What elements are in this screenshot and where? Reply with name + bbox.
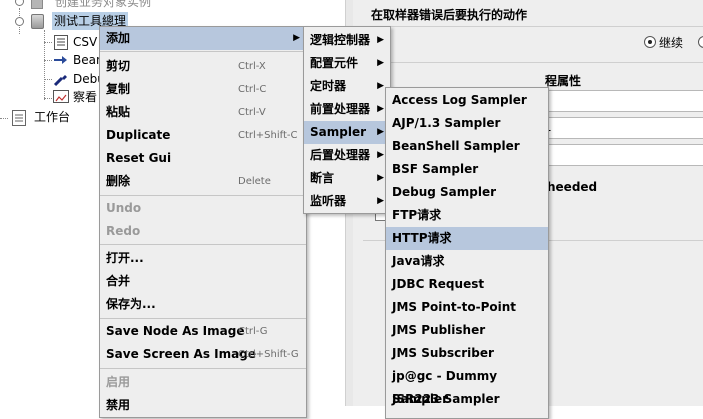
thread-props-label: 程属性 [545, 74, 582, 88]
menu-separator [100, 51, 306, 52]
menu-item-cut[interactable]: 剪切 Ctrl-X [100, 55, 306, 78]
menu-item-listener[interactable]: 监听器 ▶ [304, 190, 390, 213]
menu-separator [100, 368, 306, 369]
tree-connector [44, 79, 52, 80]
menu-item-undo[interactable]: Undo [100, 197, 306, 220]
submenu-arrow-icon: ▶ [377, 81, 384, 91]
add-submenu: 逻辑控制器 ▶ 配置元件 ▶ 定时器 ▶ 前置处理器 ▶ Sampler ▶ 后… [303, 26, 391, 214]
menu-item-config-element[interactable]: 配置元件 ▶ [304, 52, 390, 75]
menu-item-ajp-sampler[interactable]: AJP/1.3 Sampler [386, 112, 548, 135]
menu-item-duplicate[interactable]: Duplicate Ctrl+Shift-C [100, 124, 306, 147]
menu-item-jsr223-sampler[interactable]: JSR223 Sampler [386, 388, 548, 411]
menu-item-open[interactable]: 打开... [100, 247, 306, 270]
submenu-arrow-icon: ▶ [377, 150, 384, 160]
menu-item-debug-sampler[interactable]: Debug Sampler [386, 181, 548, 204]
menu-item-timer[interactable]: 定时器 ▶ [304, 75, 390, 98]
loop-count-field[interactable] [541, 144, 703, 166]
submenu-arrow-icon: ▶ [377, 104, 384, 114]
menu-item-java-request[interactable]: Java请求 [386, 250, 548, 273]
menu-item-sampler[interactable]: Sampler ▶ [304, 121, 390, 144]
csv-config-icon [54, 35, 68, 50]
continue-label: 继续 [659, 36, 684, 50]
continue-radio[interactable] [644, 36, 656, 48]
sampler-submenu: Access Log Sampler AJP/1.3 Sampler BeanS… [385, 87, 549, 419]
tree-node-business-object[interactable]: 创建业务对象实例 [0, 0, 345, 11]
tree-node-label: 创建业务对象实例 [55, 0, 152, 9]
group-border [363, 62, 703, 63]
menu-item-save-as[interactable]: 保存为... [100, 293, 306, 316]
menu-item-merge[interactable]: 合并 [100, 270, 306, 293]
listener-icon [53, 90, 69, 103]
menu-item-save-node-image[interactable]: Save Node As Image Ctrl-G [100, 320, 306, 343]
tree-node-label: 察看 [73, 90, 98, 104]
menu-item-paste[interactable]: 粘贴 Ctrl-V [100, 101, 306, 124]
tree-connector [0, 118, 8, 119]
menu-item-assertion[interactable]: 断言 ▶ [304, 167, 390, 190]
threads-field[interactable] [541, 90, 703, 112]
menu-item-access-log-sampler[interactable]: Access Log Sampler [386, 89, 548, 112]
menu-item-jdbc-request[interactable]: JDBC Request [386, 273, 548, 296]
menu-item-redo[interactable]: Redo [100, 220, 306, 243]
error-action-title: 在取样器错误后要执行的动作 [371, 8, 528, 22]
menu-item-ftp-request[interactable]: FTP请求 [386, 204, 548, 227]
thread-group-icon [31, 14, 44, 29]
toggle-icon[interactable] [15, 0, 24, 6]
tree-node-label: 工作台 [34, 110, 71, 124]
menu-item-delete[interactable]: 删除 Delete [100, 170, 306, 193]
tree-connector [44, 98, 52, 99]
controller-icon [31, 0, 43, 9]
delay-thread-label: heeded [547, 180, 598, 194]
menu-separator [100, 318, 306, 319]
submenu-arrow-icon: ▶ [377, 127, 384, 137]
menu-item-post-processor[interactable]: 后置处理器 ▶ [304, 144, 390, 167]
menu-item-jms-subscriber[interactable]: JMS Subscriber [386, 342, 548, 365]
tree-connector [44, 42, 52, 43]
ramp-up-field[interactable]: 1 [541, 117, 703, 139]
menu-item-jms-point-to-point[interactable]: JMS Point-to-Point [386, 296, 548, 319]
workbench-icon [12, 110, 26, 126]
next-loop-radio[interactable] [698, 36, 703, 48]
tree-connector [44, 60, 52, 61]
menu-item-http-request[interactable]: HTTP请求 [386, 227, 548, 250]
menu-item-dummy-sampler[interactable]: jp@gc - Dummy Sampler [386, 365, 548, 406]
submenu-arrow-icon: ▶ [377, 173, 384, 183]
submenu-arrow-icon: ▶ [377, 35, 384, 45]
menu-item-beanshell-sampler[interactable]: BeanShell Sampler [386, 135, 548, 158]
context-menu: 添加 ▶ 剪切 Ctrl-X 复制 Ctrl-C 粘贴 Ctrl-V Dupli… [99, 26, 307, 418]
menu-item-enable[interactable]: 启用 [100, 371, 306, 394]
submenu-arrow-icon: ▶ [377, 58, 384, 68]
menu-separator [100, 195, 306, 196]
menu-item-save-screen-image[interactable]: Save Screen As Image Ctrl+Shift-G [100, 343, 306, 366]
menu-item-reset-gui[interactable]: Reset Gui [100, 147, 306, 170]
submenu-arrow-icon: ▶ [377, 196, 384, 206]
menu-separator [100, 244, 306, 245]
menu-item-pre-processor[interactable]: 前置处理器 ▶ [304, 98, 390, 121]
toggle-icon[interactable] [15, 17, 24, 26]
menu-item-jms-publisher[interactable]: JMS Publisher [386, 319, 548, 342]
submenu-arrow-icon: ▶ [293, 33, 300, 43]
menu-item-logic-controller[interactable]: 逻辑控制器 ▶ [304, 29, 390, 52]
menu-item-bsf-sampler[interactable]: BSF Sampler [386, 158, 548, 181]
menu-item-add[interactable]: 添加 ▶ [100, 27, 306, 50]
group-border [363, 26, 703, 27]
menu-item-copy[interactable]: 复制 Ctrl-C [100, 78, 306, 101]
tree-node-label: CSV [73, 35, 98, 49]
